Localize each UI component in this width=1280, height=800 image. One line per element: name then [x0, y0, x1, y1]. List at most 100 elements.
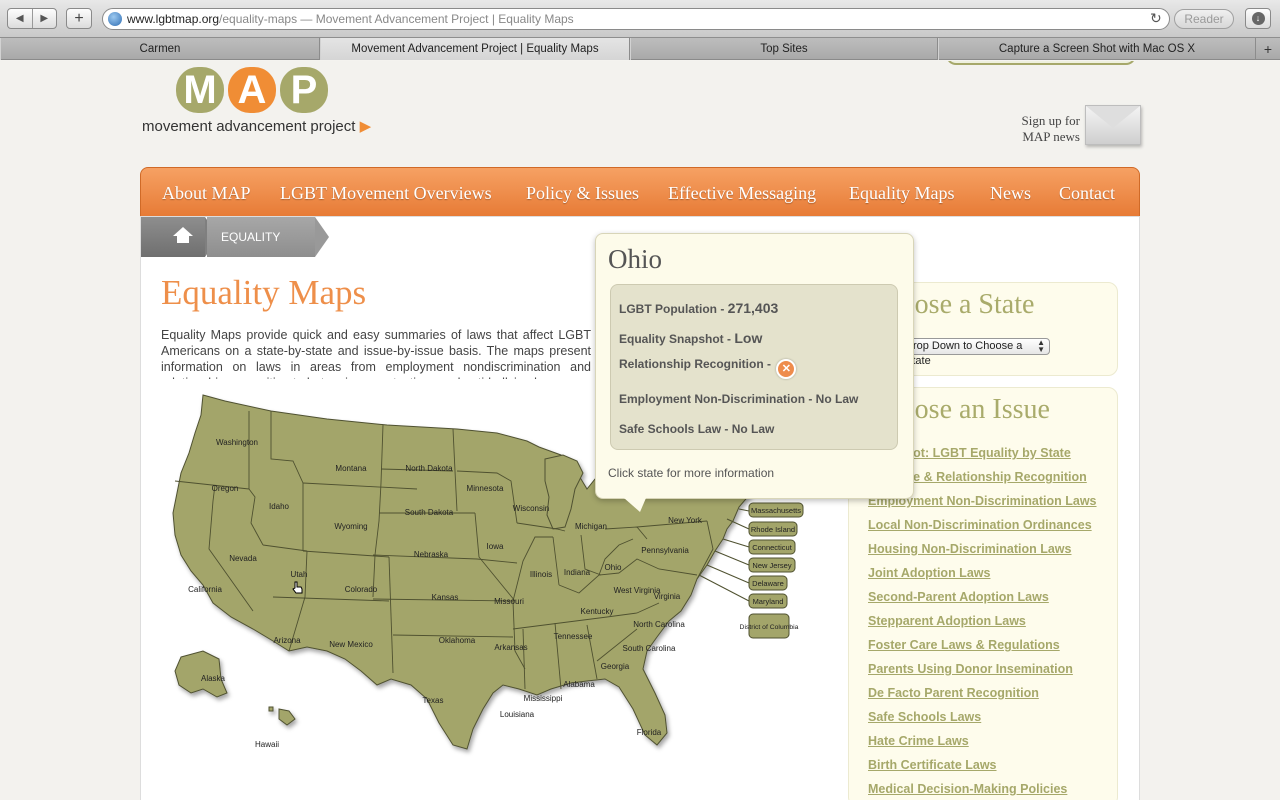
- state-label-oklahoma[interactable]: Oklahoma: [439, 636, 476, 645]
- state-label-mississippi[interactable]: Mississippi: [524, 694, 563, 703]
- state-label-utah[interactable]: Utah: [291, 570, 308, 579]
- issue-link-hate-crime[interactable]: Hate Crime Laws: [868, 729, 1108, 753]
- nav-news[interactable]: News: [990, 168, 1031, 218]
- globe-icon: [108, 12, 122, 26]
- state-label-arizona[interactable]: Arizona: [273, 636, 301, 645]
- tab-equality-maps[interactable]: Movement Advancement Project | Equality …: [320, 38, 630, 60]
- state-label-wisconsin[interactable]: Wisconsin: [513, 504, 549, 513]
- add-bookmark-button[interactable]: +: [66, 8, 92, 29]
- new-tab-button[interactable]: +: [1256, 38, 1280, 60]
- state-label-georgia[interactable]: Georgia: [601, 662, 630, 671]
- address-bar[interactable]: www.lgbtmap.org/equality-maps — Movement…: [102, 8, 1170, 30]
- state-label-north-carolina[interactable]: North Carolina: [633, 620, 685, 629]
- nav-equality-maps[interactable]: Equality Maps: [849, 168, 955, 218]
- issue-link-de-facto-parent[interactable]: De Facto Parent Recognition: [868, 681, 1108, 705]
- popup-state-name: Ohio: [608, 244, 662, 274]
- download-icon: ↓: [1251, 12, 1265, 25]
- label-massachusetts[interactable]: Massachusetts: [751, 506, 801, 515]
- tab-carmen[interactable]: Carmen: [0, 38, 320, 60]
- nav-about-map[interactable]: About MAP: [162, 168, 251, 218]
- url-path: /equality-maps: [219, 12, 298, 26]
- state-label-florida[interactable]: Florida: [637, 728, 662, 737]
- issue-link-stepparent-adoption[interactable]: Stepparent Adoption Laws: [868, 609, 1108, 633]
- issue-link-medical-decision[interactable]: Medical Decision-Making Policies: [868, 777, 1108, 800]
- state-label-south-carolina[interactable]: South Carolina: [623, 644, 676, 653]
- state-label-louisiana[interactable]: Louisiana: [500, 710, 535, 719]
- label-new-jersey[interactable]: New Jersey: [752, 561, 791, 570]
- issue-link-local-ordinances[interactable]: Local Non-Discrimination Ordinances: [868, 513, 1108, 537]
- nav-policy-issues[interactable]: Policy & Issues: [526, 168, 639, 218]
- tab-capture-screenshot[interactable]: Capture a Screen Shot with Mac OS X: [938, 38, 1256, 60]
- nav-contact[interactable]: Contact: [1059, 168, 1115, 218]
- issue-link-joint-adoption[interactable]: Joint Adoption Laws: [868, 561, 1108, 585]
- issue-link-birth-certificate[interactable]: Birth Certificate Laws: [868, 753, 1108, 777]
- state-label-minnesota[interactable]: Minnesota: [467, 484, 504, 493]
- issue-link-foster-care[interactable]: Foster Care Laws & Regulations: [868, 633, 1108, 657]
- state-label-arkansas[interactable]: Arkansas: [494, 643, 527, 652]
- downloads-button[interactable]: ↓: [1245, 8, 1271, 29]
- state-label-montana[interactable]: Montana: [335, 464, 367, 473]
- back-icon[interactable]: ◀: [8, 9, 33, 28]
- popup-employment: Employment Non-Discrimination - No Law: [619, 392, 859, 406]
- nav-effective-messaging[interactable]: Effective Messaging: [668, 168, 816, 218]
- issue-link-donor-insemination[interactable]: Parents Using Donor Insemination: [868, 657, 1108, 681]
- state-label-michigan[interactable]: Michigan: [575, 522, 607, 531]
- state-label-south-dakota[interactable]: South Dakota: [405, 508, 454, 517]
- state-label-indiana[interactable]: Indiana: [564, 568, 591, 577]
- state-label-california[interactable]: California: [188, 585, 222, 594]
- state-label-illinois[interactable]: Illinois: [530, 570, 552, 579]
- breadcrumb-home[interactable]: [141, 217, 219, 257]
- state-label-iowa[interactable]: Iowa: [487, 542, 504, 551]
- state-label-kansas[interactable]: Kansas: [432, 593, 459, 602]
- state-label-west-virginia[interactable]: West Virginia: [614, 586, 661, 595]
- state-label-alaska[interactable]: Alaska: [201, 674, 226, 683]
- state-label-nevada[interactable]: Nevada: [229, 554, 257, 563]
- state-label-new-york[interactable]: New York: [668, 516, 703, 525]
- tab-top-sites[interactable]: Top Sites: [630, 38, 938, 60]
- label-district-of-columbia[interactable]: District of Columbia: [740, 624, 799, 631]
- nav-lgbt-movement-overviews[interactable]: LGBT Movement Overviews: [280, 168, 492, 218]
- forward-icon[interactable]: ▶: [33, 9, 57, 28]
- popup-population: LGBT Population - 271,403: [619, 300, 779, 316]
- popup-schools: Safe Schools Law - No Law: [619, 422, 775, 436]
- state-label-idaho[interactable]: Idaho: [269, 502, 290, 511]
- state-label-kentucky[interactable]: Kentucky: [581, 607, 614, 616]
- state-label-wyoming[interactable]: Wyoming: [334, 522, 367, 531]
- state-label-pennsylvania[interactable]: Pennsylvania: [641, 546, 689, 555]
- state-label-missouri[interactable]: Missouri: [494, 597, 524, 606]
- state-label-new-mexico[interactable]: New Mexico: [329, 640, 373, 649]
- reload-icon[interactable]: ↻: [1150, 10, 1162, 27]
- state-label-washington[interactable]: Washington: [216, 438, 258, 447]
- back-forward-buttons[interactable]: ◀ ▶: [7, 8, 57, 29]
- state-label-nebraska[interactable]: Nebraska: [414, 550, 449, 559]
- state-select[interactable]: Drop Down to Choose a State ▲ ▼: [898, 338, 1050, 367]
- map-logo[interactable]: M A P movement advancement project ▶: [142, 67, 382, 139]
- newsletter-signup[interactable]: Sign up for MAP news: [1010, 113, 1081, 145]
- label-maryland[interactable]: Maryland: [753, 597, 784, 606]
- state-label-hawaii[interactable]: Hawaii: [255, 740, 279, 749]
- envelope-icon[interactable]: [1085, 105, 1141, 145]
- issue-link-second-parent-adoption[interactable]: Second-Parent Adoption Laws: [868, 585, 1108, 609]
- popup-relationship: Relationship Recognition - ✕: [619, 357, 797, 379]
- state-label-tennessee[interactable]: Tennessee: [554, 632, 593, 641]
- state-label-north-dakota[interactable]: North Dakota: [405, 464, 453, 473]
- web-page: M A P movement advancement project ▶ Sig…: [0, 61, 1280, 800]
- browser-toolbar: ◀ ▶ + www.lgbtmap.org/equality-maps — Mo…: [0, 0, 1280, 38]
- state-label-texas[interactable]: Texas: [423, 696, 444, 705]
- issue-link-housing[interactable]: Housing Non-Discrimination Laws: [868, 537, 1108, 561]
- label-rhode-island[interactable]: Rhode Island: [751, 525, 795, 534]
- state-label-colorado[interactable]: Colorado: [345, 585, 378, 594]
- state-label-ohio[interactable]: Ohio: [605, 563, 622, 572]
- state-label-alabama[interactable]: Alabama: [563, 680, 595, 689]
- intro-text: Equality Maps provide quick and easy sum…: [161, 328, 591, 379]
- label-connecticut[interactable]: Connecticut: [752, 543, 793, 552]
- state-label-oregon[interactable]: Oregon: [212, 484, 239, 493]
- popup-snapshot-value: Low: [734, 330, 763, 346]
- logo-letter-p: P: [280, 67, 328, 113]
- label-delaware[interactable]: Delaware: [752, 579, 784, 588]
- signup-line2: MAP news: [1022, 129, 1080, 144]
- reader-button[interactable]: Reader: [1174, 9, 1234, 29]
- issue-link-safe-schools[interactable]: Safe Schools Laws: [868, 705, 1108, 729]
- popup-population-value: 271,403: [727, 300, 779, 316]
- url-page-title: — Movement Advancement Project | Equalit…: [297, 12, 574, 26]
